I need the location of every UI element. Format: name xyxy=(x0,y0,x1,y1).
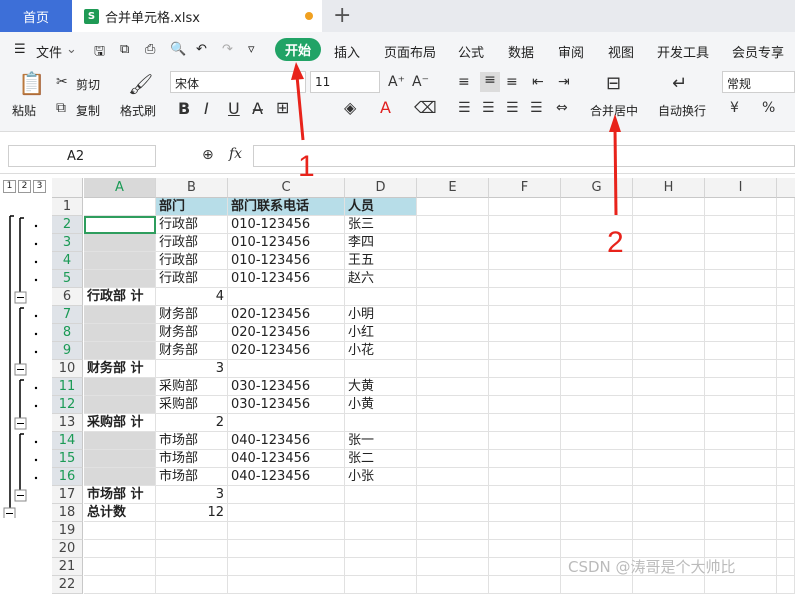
annotation-2: 2 xyxy=(607,226,624,259)
watermark: CSDN @涛哥是个大帅比 xyxy=(568,558,736,576)
annotation-arrows xyxy=(291,62,621,216)
annotation-1: 1 xyxy=(298,150,315,183)
